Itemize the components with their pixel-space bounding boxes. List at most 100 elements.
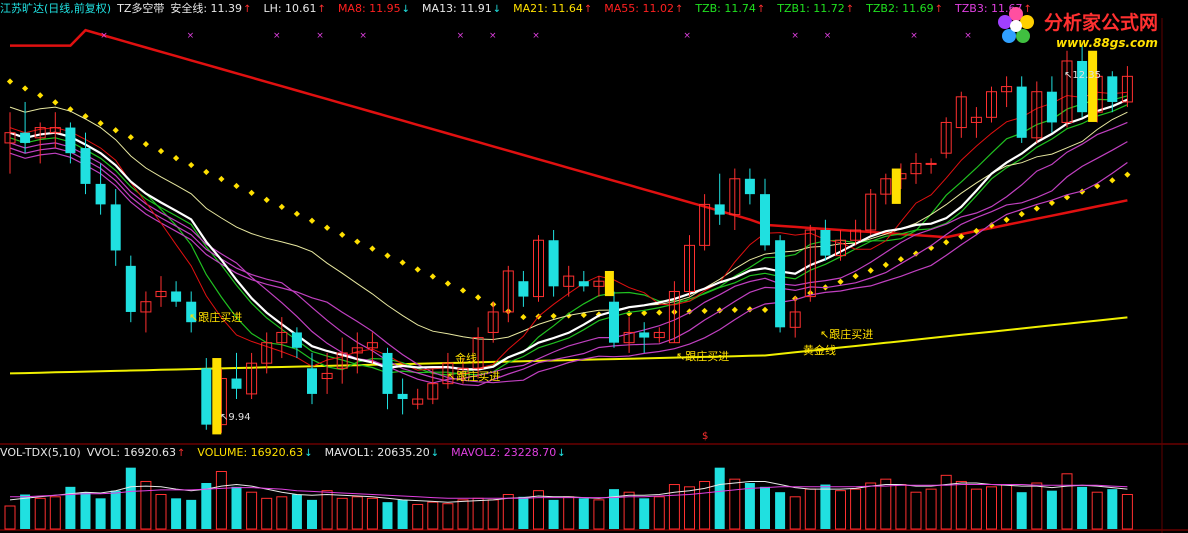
legend-item-6: TZB: 11.74↑ (695, 2, 766, 15)
cross-marker: × (273, 31, 281, 41)
volume-bar (171, 498, 182, 529)
candle-body (775, 240, 786, 328)
candle-body (231, 378, 242, 389)
volume-bar (775, 492, 786, 529)
cross-marker: × (824, 31, 832, 41)
buy-signal-label-2: ↖跟庄买进 (447, 370, 501, 383)
volume-bar (820, 484, 831, 529)
stock-name: 江苏旷达(日线,前复权) (0, 2, 112, 15)
volume-bar (760, 486, 770, 529)
candle-body (578, 281, 589, 287)
volume-bar (397, 499, 408, 529)
trend-arrow-icon: ↓ (492, 4, 502, 15)
trend-arrow-icon: ↑ (674, 4, 684, 15)
volume-bar (578, 498, 589, 529)
trend-arrow-icon: ↓ (557, 448, 566, 459)
volume-bar (1077, 486, 1088, 529)
cross-marker: × (100, 31, 108, 41)
cross-marker: × (964, 31, 972, 41)
candle-body (201, 368, 212, 425)
buy-signal-label-1: ↖跟庄买进 (189, 311, 243, 324)
cross-marker: × (532, 31, 540, 41)
cross-marker: × (457, 31, 465, 41)
trend-arrow-icon: ↑ (845, 4, 855, 15)
volume-bar (639, 498, 650, 529)
volume-bar (744, 483, 755, 529)
trend-arrow-icon: ↓ (401, 4, 411, 15)
cross-marker: × (683, 31, 691, 41)
candle-body (171, 291, 182, 302)
trend-arrow-icon: ↑ (583, 4, 593, 15)
gold-line-label-2: 黄金线 (803, 344, 836, 357)
legend-item-4: MA21: 11.64↑ (513, 2, 593, 15)
buy-signal-bar (1088, 50, 1098, 122)
volume-bar (548, 499, 559, 529)
cross-marker: × (316, 31, 324, 41)
legend-item-5: MA55: 11.02↑ (604, 2, 684, 15)
trend-arrow-icon: ↑ (934, 4, 944, 15)
low-price-label: ↖9.94 (220, 412, 251, 423)
buy-signal-label-3: ↖跟庄买进 (676, 350, 730, 363)
volume-bar (80, 492, 91, 529)
cross-marker: × (359, 31, 367, 41)
vol-legend-item-3: MAVOL2: 23228.70↓ (451, 446, 566, 459)
candlestick (775, 235, 786, 333)
volume-bar (186, 499, 197, 529)
high-price-label: ↖12.35 (1064, 70, 1102, 81)
trend-arrow-icon: ↑ (756, 4, 766, 15)
buy-signal-label-4: ↖跟庄买进 (820, 328, 874, 341)
candle-body (291, 332, 302, 348)
candle-body (307, 368, 317, 394)
volume-bar (1107, 489, 1118, 529)
vol-legend-item-1: VOLUME: 16920.63↓ (197, 446, 313, 459)
logo-url: www.88gs.com (1056, 36, 1158, 50)
trend-arrow-icon: ↓ (304, 448, 313, 459)
candle-body (20, 132, 31, 143)
volume-legend: VOL-TDX(5,10) VVOL: 16920.63↑ VOLUME: 1692… (0, 446, 584, 461)
legend-item-0: 安全线: 11.39↑ (170, 2, 252, 15)
legend-item-2: MA8: 11.95↓ (337, 2, 411, 15)
candle-body (714, 204, 725, 215)
candle-body (95, 183, 106, 205)
indicator-name: TZ多空带 (117, 2, 165, 15)
trend-arrow-icon: ↑ (317, 4, 326, 15)
candle-body (397, 393, 408, 400)
buy-signal-bar (604, 270, 614, 297)
vol-legend-item-2: MAVOL1: 20635.20↓ (324, 446, 440, 459)
main-legend: 江苏旷达(日线,前复权) TZ多空带 安全线: 11.39↑ LH: 10.61↑ MA… (0, 2, 1050, 17)
volume-bar (1016, 492, 1027, 529)
candle-body (65, 127, 76, 154)
cross-marker: × (489, 31, 497, 41)
candle-body (1046, 91, 1057, 123)
candle-body (609, 301, 619, 343)
volume-bar (382, 502, 393, 529)
cross-marker: × (791, 31, 799, 41)
buy-signal-bar (891, 168, 901, 204)
candle-body (110, 204, 121, 251)
candle-body (760, 194, 770, 246)
volume-bar (291, 494, 302, 529)
volume-bar (125, 467, 136, 529)
vol-legend-item-0: VVOL: 16920.63↑ (86, 446, 186, 459)
volume-indicator-name: VOL-TDX(5,10) (0, 446, 81, 459)
candle-body (382, 352, 393, 394)
candle-body (1077, 60, 1088, 113)
candle-body (925, 162, 937, 165)
volume-bar (714, 467, 725, 529)
legend-item-1: LH: 10.61↑ (263, 2, 326, 15)
volume-bar (1046, 490, 1057, 529)
volume-bar (20, 494, 31, 529)
candle-body (518, 281, 529, 297)
volume-bar (307, 499, 317, 529)
legend-item-3: MA13: 11.91↓ (422, 2, 502, 15)
trend-arrow-icon: ↑ (243, 4, 252, 15)
legend-item-8: TZB2: 11.69↑ (866, 2, 944, 15)
cross-marker: × (910, 31, 918, 41)
candle-body (744, 178, 755, 195)
candle-body (80, 148, 91, 184)
dollar-marker: $ (702, 431, 709, 442)
candle-body (1016, 86, 1027, 138)
candle-body (1107, 76, 1118, 102)
legend-item-7: TZB1: 11.72↑ (777, 2, 855, 15)
volume-bar (231, 486, 242, 529)
